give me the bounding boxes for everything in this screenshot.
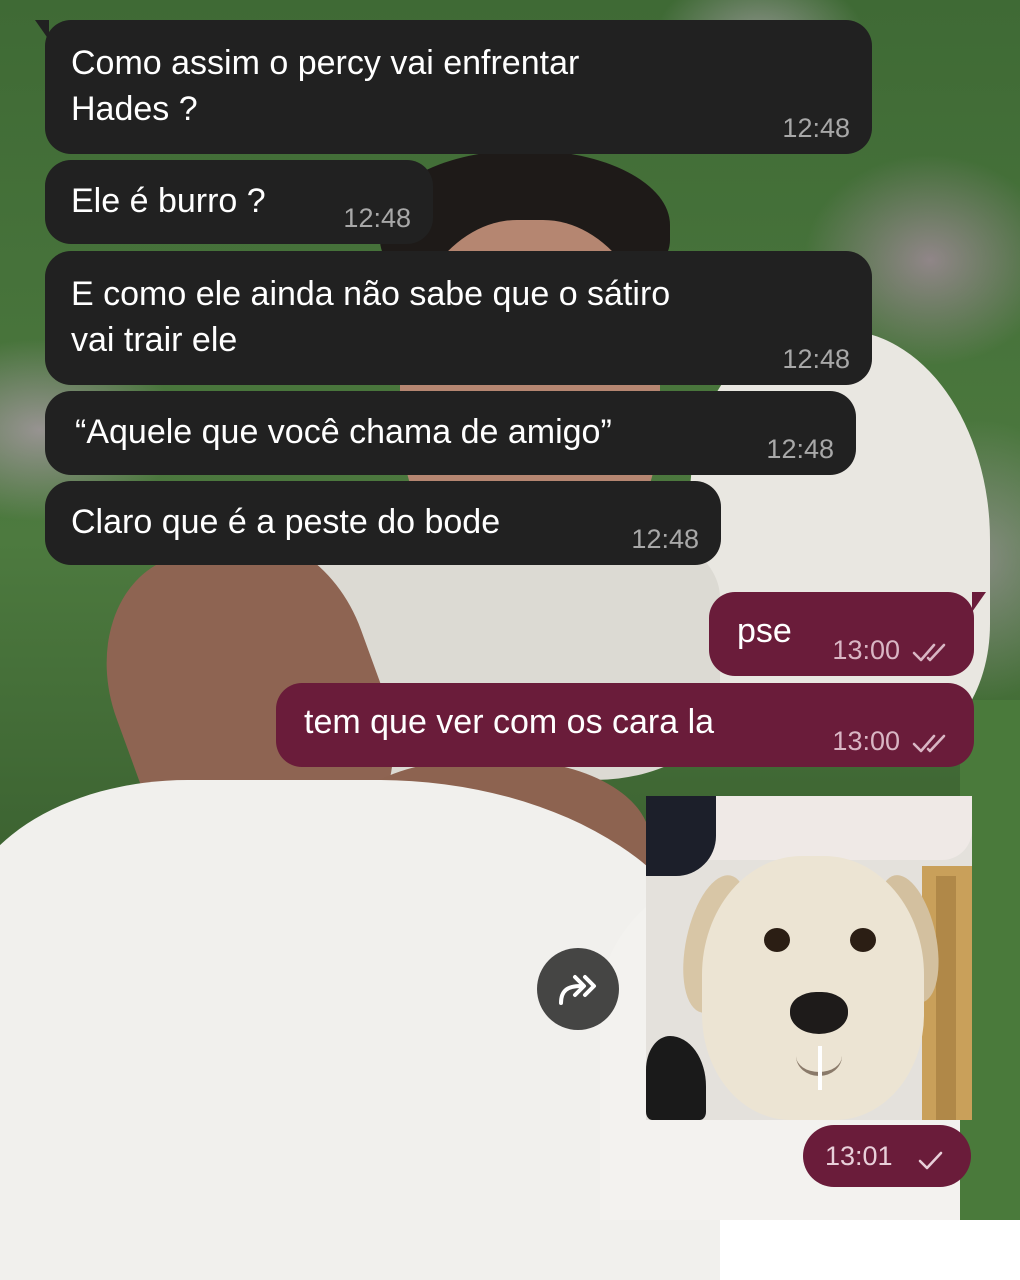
forward-icon (559, 975, 596, 1005)
message-bubble-incoming[interactable]: E como ele ainda não sabe que o sátiro v… (45, 251, 872, 385)
message-time: 13:00 (832, 726, 900, 756)
message-bubble-incoming[interactable]: “Aquele que você chama de amigo” 12:48 (45, 391, 856, 475)
bubble-tail (972, 592, 986, 612)
message-bubble-outgoing[interactable]: pse 13:00 (709, 592, 986, 676)
double-check-icon (912, 734, 946, 753)
message-time: 13:00 (832, 635, 900, 665)
dog-sticker[interactable] (646, 796, 972, 1120)
message-text: Ele é burro ? (71, 182, 266, 220)
dog-head (702, 856, 924, 1120)
forward-button[interactable] (537, 948, 619, 1030)
check-icon (918, 1151, 943, 1170)
message-time: 13:01 (825, 1141, 893, 1171)
bubble-tail (35, 20, 49, 40)
message-time: 12:48 (343, 203, 411, 233)
sticker-sleeve (676, 796, 972, 860)
double-check-icon (912, 643, 946, 662)
dog-nose (790, 992, 848, 1034)
message-bubble-incoming[interactable]: Claro que é a peste do bode 12:48 (45, 481, 721, 565)
message-time: 12:48 (782, 344, 850, 374)
message-time: 12:48 (766, 434, 834, 464)
message-text: E como ele ainda não sabe que o sátiro v… (71, 275, 671, 359)
message-bubble-incoming[interactable]: Ele é burro ? 12:48 (45, 160, 433, 244)
message-text: tem que ver com os cara la (304, 703, 715, 741)
sticker-door-frame-inner (936, 876, 956, 1120)
sticker-time-badge: 13:01 (803, 1125, 971, 1187)
message-bubble-outgoing[interactable]: tem que ver com os cara la 13:00 (276, 683, 974, 767)
message-time: 12:48 (631, 524, 699, 554)
dog-eye-left (764, 928, 790, 952)
message-bubble-incoming[interactable]: Como assim o percy vai enfrentar Hades ?… (35, 20, 872, 154)
dog-eye-right (850, 928, 876, 952)
dog-drool (818, 1046, 822, 1090)
message-time: 12:48 (782, 113, 850, 143)
message-text: Claro que é a peste do bode (71, 503, 501, 541)
message-text: Como assim o percy vai enfrentar Hades ? (71, 44, 580, 128)
message-text: “Aquele que você chama de amigo” (75, 413, 612, 451)
message-text: pse (737, 612, 792, 650)
